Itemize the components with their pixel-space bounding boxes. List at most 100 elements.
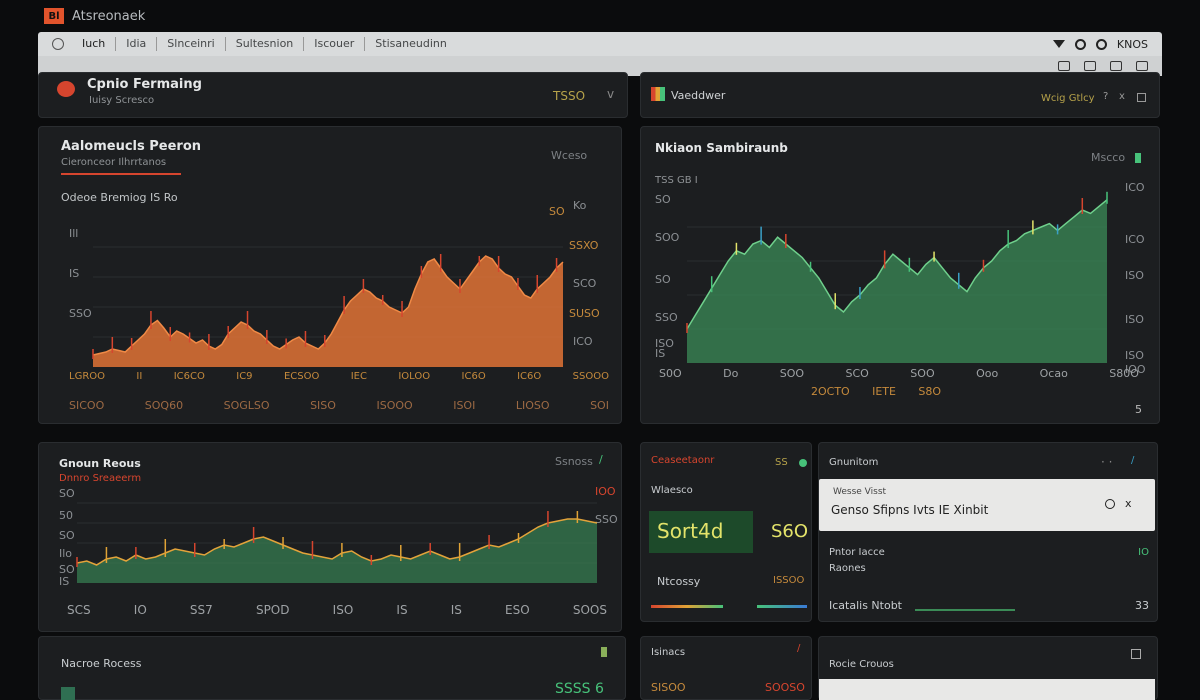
orange-area-chart xyxy=(92,246,564,367)
tick-label: IO xyxy=(133,603,147,617)
y-label-4: SSO xyxy=(655,311,678,324)
panel-top-right[interactable]: Wceso xyxy=(551,149,587,162)
tick-label: SOI xyxy=(590,399,609,412)
right-label-4: SCO xyxy=(573,277,597,290)
expand-icon[interactable] xyxy=(1137,93,1146,102)
chevron-down-icon[interactable]: v xyxy=(607,87,614,101)
list-item[interactable]: Raones xyxy=(829,563,1149,577)
pin-icon[interactable] xyxy=(1110,61,1122,71)
metrics-counter: SS xyxy=(775,457,788,468)
row2-left: Ntcossy xyxy=(657,575,701,588)
green-area-chart xyxy=(686,191,1108,363)
tick-label: SOOS xyxy=(572,603,607,617)
panel-subtitle: TSS GB I xyxy=(655,175,698,186)
process-value: SSSS 6 xyxy=(555,681,604,697)
tick-label: IS xyxy=(450,603,462,617)
bottom-left-area-chart xyxy=(76,502,598,583)
list-item[interactable]: Pntor Iacce IO xyxy=(829,547,1149,561)
metrics-title: Ceaseetaonr xyxy=(651,455,715,466)
tick-label: Ocao xyxy=(1039,367,1068,380)
bottom-right-input[interactable] xyxy=(819,679,1155,700)
app-title: Atsreonaek xyxy=(72,8,146,24)
list-spark xyxy=(915,609,1015,611)
tab-1[interactable]: Iuch xyxy=(72,37,117,51)
y-label-1: SO xyxy=(59,487,75,500)
header-right-text: Wcig Gtlcy xyxy=(1041,93,1095,104)
x-axis: LGROO II IC6CO IC9 ECSOO IEC IOLOO IC6O IC6O SSOO… xyxy=(69,371,609,385)
tab-6[interactable]: Stisaneudinn xyxy=(365,37,457,51)
tick-label: Ooo xyxy=(976,367,999,380)
search-input[interactable]: Genso Sfipns Ivts IE Xinbit xyxy=(831,503,988,517)
home-icon[interactable] xyxy=(52,38,64,50)
copy-icon[interactable] xyxy=(1084,61,1096,71)
tick-label: S0O xyxy=(659,367,682,380)
row2-right: ISSOO xyxy=(773,575,805,586)
header-subtitle: Iuisy Scresco xyxy=(89,95,155,106)
clear-icon[interactable]: x xyxy=(1125,497,1132,510)
header-panel-right: Vaeddwer Wcig Gtlcy ? x xyxy=(640,72,1160,118)
settings-icon[interactable] xyxy=(1074,38,1086,50)
chart-title: Odeoe Bremiog IS Ro xyxy=(61,191,178,204)
process-title: Nacroe Rocess xyxy=(61,657,142,670)
check-icon[interactable]: / xyxy=(599,453,603,466)
tab-4[interactable]: Sultesnion xyxy=(226,37,305,51)
tick-label: SCO xyxy=(845,367,869,380)
more-icon[interactable]: · · xyxy=(1101,455,1112,469)
y-label-1: Ill xyxy=(69,227,79,240)
panel-top-right[interactable]: Ssnoss xyxy=(555,455,593,468)
brand-icon xyxy=(57,81,75,97)
tick-label: SICOO xyxy=(69,399,105,412)
header-right-title: Vaeddwer xyxy=(671,89,726,102)
search-icon[interactable] xyxy=(1105,499,1115,509)
metrics-subtitle: Wlaesco xyxy=(651,485,693,496)
right-label-3: SSXO xyxy=(569,239,599,252)
tab-3[interactable]: Slnceinri xyxy=(157,37,226,51)
tick-label: SOQ60 xyxy=(144,399,184,412)
app-logo: Bl xyxy=(44,8,64,24)
search-panel-title: Gnunitom xyxy=(829,457,879,468)
green-chart-panel: Nkiaon Sambiraunb TSS GB I Mscco SO SOO … xyxy=(640,126,1160,424)
list-item-value: IO xyxy=(1138,547,1149,558)
tick-label: IETE xyxy=(872,385,896,398)
panel-top-right[interactable]: Mscco xyxy=(1091,151,1125,164)
x-axis: SCS IO SS7 SPOD ISO IS IS ESO SOOS xyxy=(67,603,607,617)
panel-title: Nkiaon Sambiraunb xyxy=(655,141,788,155)
window-icon[interactable] xyxy=(1058,61,1070,71)
help-icon[interactable]: ? xyxy=(1103,91,1108,102)
x-axis: S0O Do SOO SCO SOO Ooo Ocao S80O xyxy=(659,367,1139,381)
header-value: TSSO xyxy=(553,89,586,103)
spark-line-left xyxy=(651,605,723,608)
tick-label: IC6CO xyxy=(173,371,205,382)
y-label-6: IS xyxy=(655,347,666,360)
close-icon[interactable]: x xyxy=(1119,91,1125,102)
x-axis-secondary: 2OCTO IETE S8O xyxy=(811,385,941,399)
tick-label: IC9 xyxy=(236,371,253,382)
tab-2[interactable]: Idia xyxy=(116,37,158,51)
wifi-icon[interactable] xyxy=(1052,40,1065,48)
process-flag-icon[interactable] xyxy=(601,647,607,657)
tick-label: SISO xyxy=(310,399,336,412)
tick-label: SCS xyxy=(67,603,91,617)
panel-menu-icon[interactable] xyxy=(1135,153,1141,163)
tick-label: SOGLSO xyxy=(223,399,270,412)
tab-5[interactable]: Iscouer xyxy=(304,37,366,51)
tick-label: SPOD xyxy=(255,603,290,617)
header-panel-left: Cpnio Fermaing Iuisy Scresco TSSO v xyxy=(38,72,628,118)
account-label[interactable]: KNOS xyxy=(1117,38,1148,51)
list-item-label: Raones xyxy=(829,563,866,574)
y-label-1: SO xyxy=(655,193,671,206)
y-label-6: IS xyxy=(59,575,70,588)
area-fill xyxy=(687,199,1107,363)
refresh-icon[interactable] xyxy=(1095,38,1107,50)
bottom-right-icon[interactable] xyxy=(1131,649,1141,659)
area-fill xyxy=(77,519,597,583)
search-panel-flag-icon[interactable]: / xyxy=(1131,455,1134,466)
bottom-mid-close-icon[interactable]: / xyxy=(797,643,800,654)
gear-icon[interactable] xyxy=(1136,61,1148,71)
y-label-3: SSO xyxy=(69,307,92,320)
header-title: Cpnio Fermaing xyxy=(87,77,202,92)
corner-label: 5 xyxy=(1135,403,1142,416)
right-label-1: ICO xyxy=(1125,181,1145,194)
right-label-6: ICO xyxy=(573,335,593,348)
panel-title: Aalomeucls Peeron xyxy=(61,139,202,154)
